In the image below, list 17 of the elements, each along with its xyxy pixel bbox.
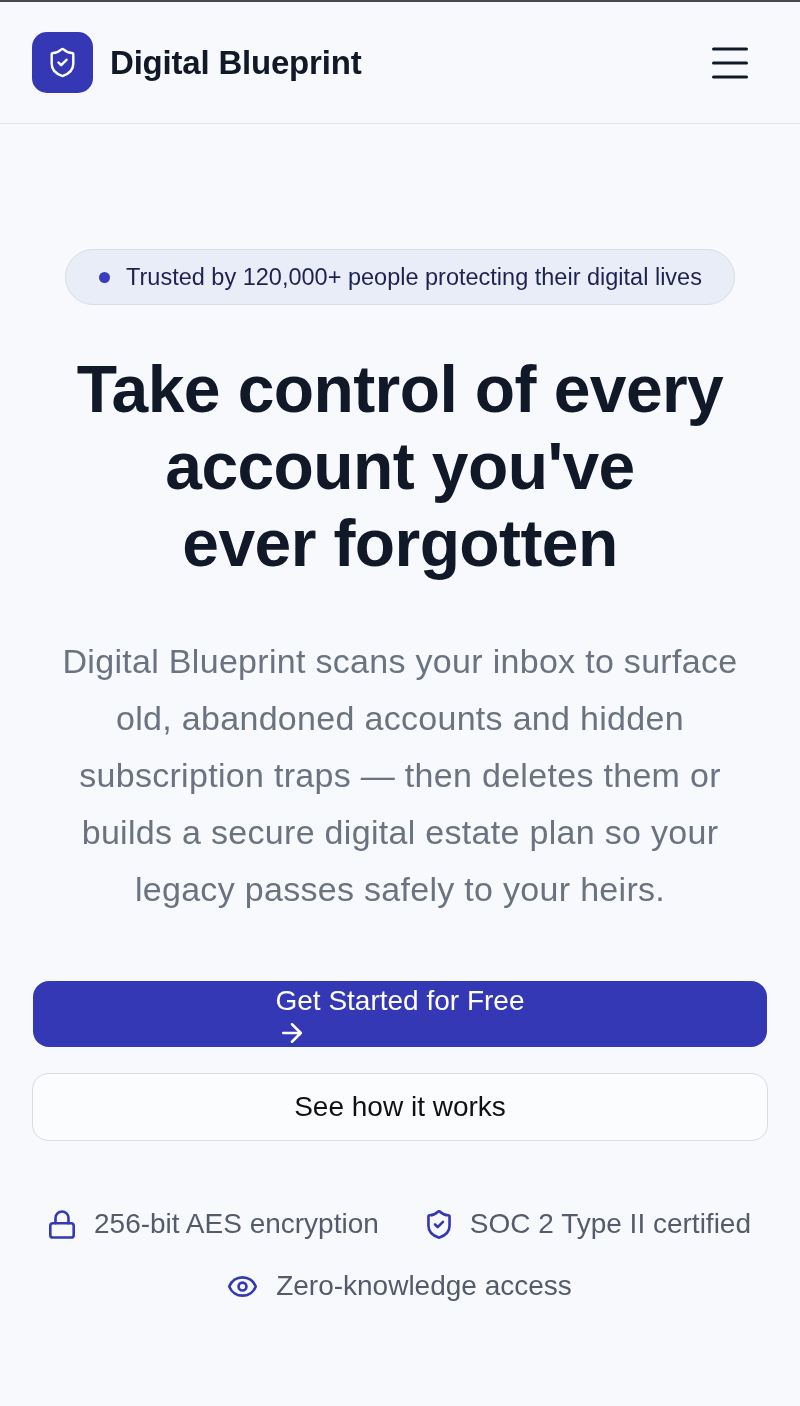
shield-logo-icon	[32, 32, 93, 93]
shield-check-icon	[426, 1209, 451, 1239]
trust-feature-text: 256-bit AES encryption	[94, 1209, 379, 1239]
brand-name: Digital Blueprint	[110, 42, 362, 83]
menu-icon	[712, 46, 748, 79]
trust-feature-text: Zero-knowledge access	[276, 1271, 572, 1301]
arrow-right-icon	[280, 1022, 303, 1043]
how-it-works-button[interactable]: See how it works	[32, 1073, 768, 1141]
trust-feature-text: SOC 2 Type II certified	[469, 1209, 751, 1239]
dot-icon	[99, 271, 111, 283]
menu-button[interactable]	[712, 46, 748, 79]
badge-text: Trusted by 120,000+ people protecting their digital lives	[126, 263, 702, 291]
get-started-button[interactable]: Get Started for Free	[33, 981, 767, 1047]
eye-icon	[228, 1275, 258, 1297]
hero-description: Digital Blueprint scans your inbox to surface old, abandoned accounts and hidden subscription traps — then deletes them or builds a secure digital estate plan so your legacy passes safely to your heirs.	[62, 641, 738, 910]
lock-icon	[49, 1209, 75, 1239]
hero-heading: Take control of every account you've ever forgotten	[76, 351, 724, 582]
